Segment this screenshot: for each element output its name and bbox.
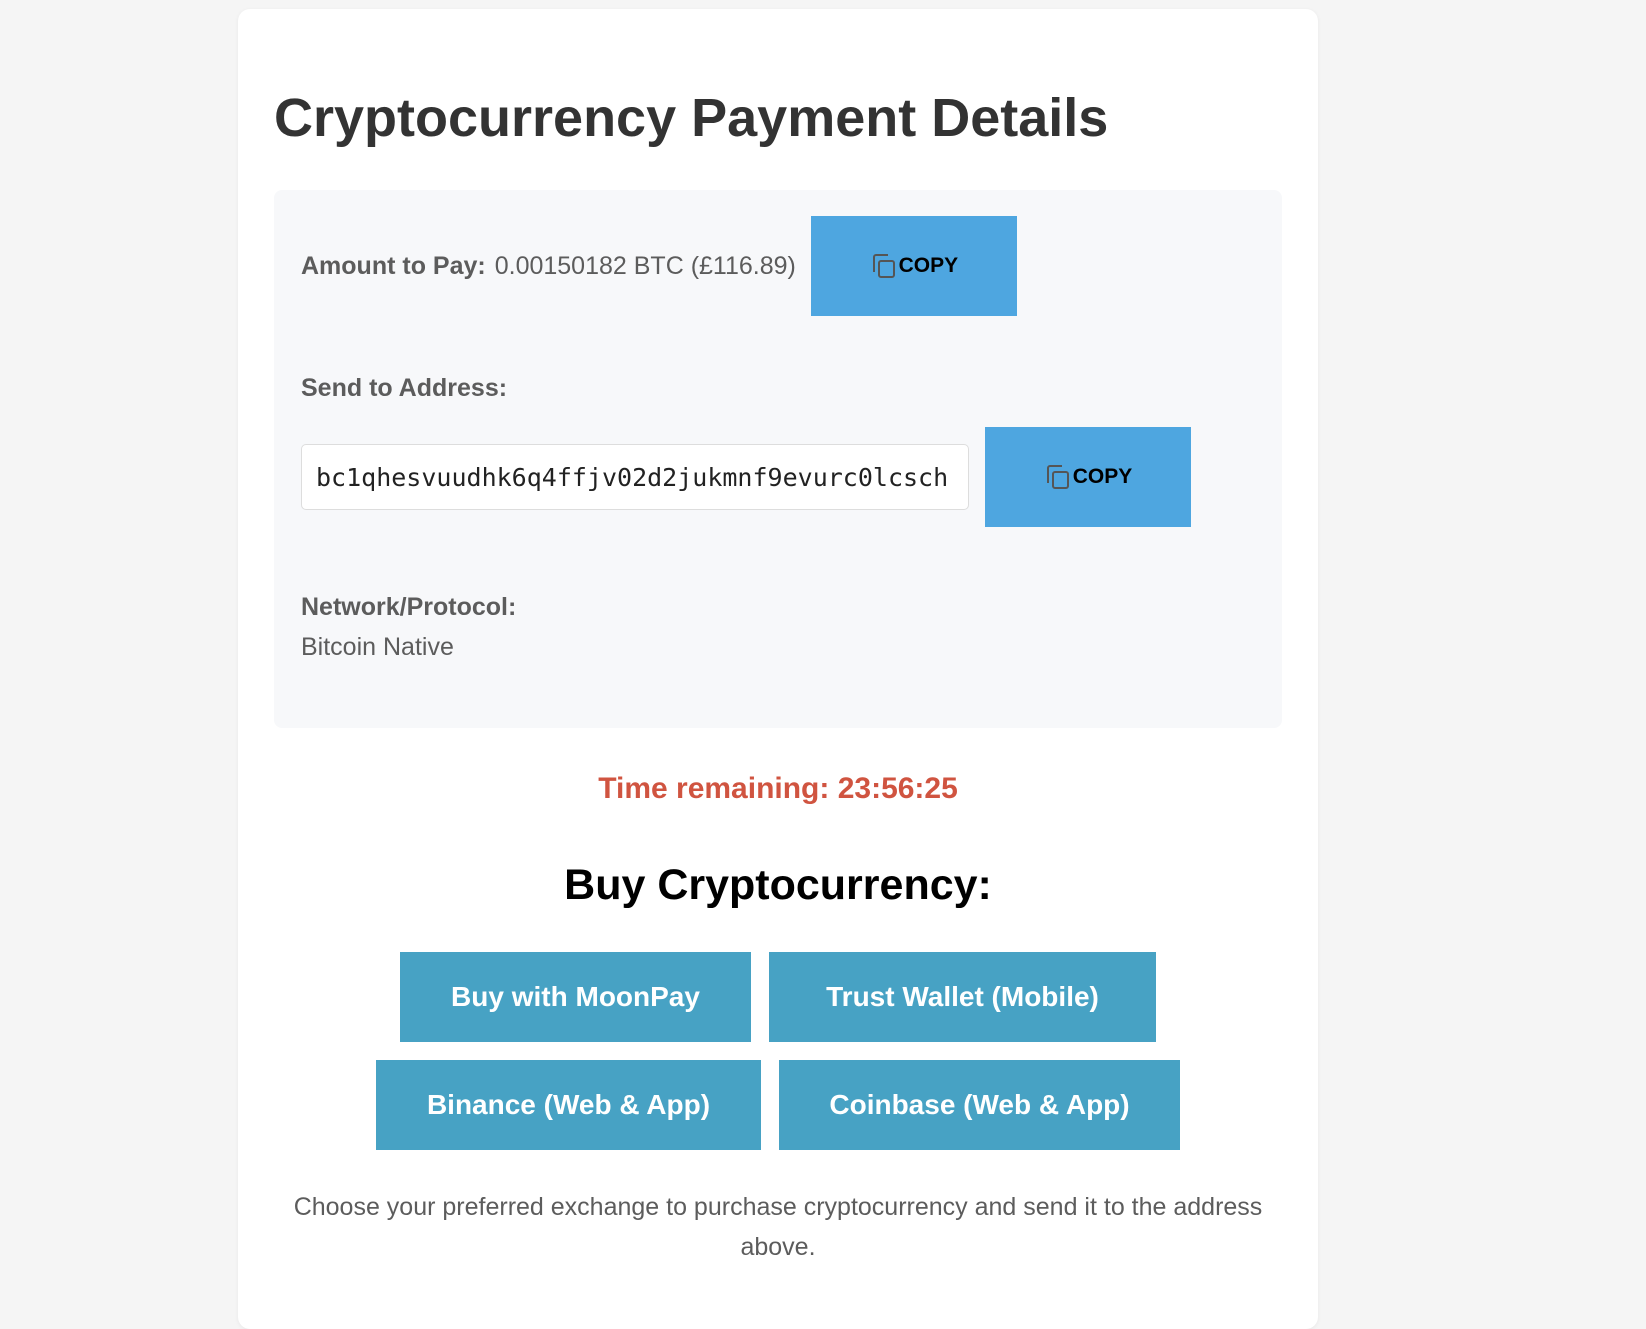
copy-amount-button[interactable]: COPY: [810, 216, 1017, 316]
copy-label: COPY: [1072, 465, 1133, 488]
amount-value: 0.00150182 BTC (£116.89): [494, 251, 796, 280]
buy-moonpay-button[interactable]: Buy with MoonPay: [400, 952, 751, 1042]
payment-card: Cryptocurrency Payment Details Amount to…: [238, 9, 1318, 1329]
copy-icon: [1046, 465, 1069, 489]
network-value: Bitcoin Native: [301, 633, 454, 661]
coinbase-button[interactable]: Coinbase (Web & App): [779, 1060, 1180, 1150]
copy-icon: [872, 254, 895, 278]
time-remaining: Time remaining: 23:56:25: [598, 772, 958, 805]
copy-address-button[interactable]: COPY: [985, 427, 1191, 527]
amount-row: Amount to Pay: 0.00150182 BTC (£116.89) …: [301, 216, 1017, 316]
address-row: COPY: [301, 427, 1191, 527]
binance-button[interactable]: Binance (Web & App): [376, 1060, 761, 1150]
address-field[interactable]: [301, 444, 969, 510]
amount-label: Amount to Pay:: [301, 251, 486, 280]
page-title: Cryptocurrency Payment Details: [274, 88, 1109, 148]
payment-details-panel: Amount to Pay: 0.00150182 BTC (£116.89) …: [274, 190, 1282, 728]
network-label: Network/Protocol:: [301, 593, 517, 621]
copy-label: COPY: [898, 254, 959, 277]
exchange-note: Choose your preferred exchange to purcha…: [293, 1193, 1263, 1261]
buy-crypto-title: Buy Cryptocurrency:: [564, 861, 992, 909]
trust-wallet-button[interactable]: Trust Wallet (Mobile): [769, 952, 1156, 1042]
address-label: Send to Address:: [301, 374, 508, 402]
